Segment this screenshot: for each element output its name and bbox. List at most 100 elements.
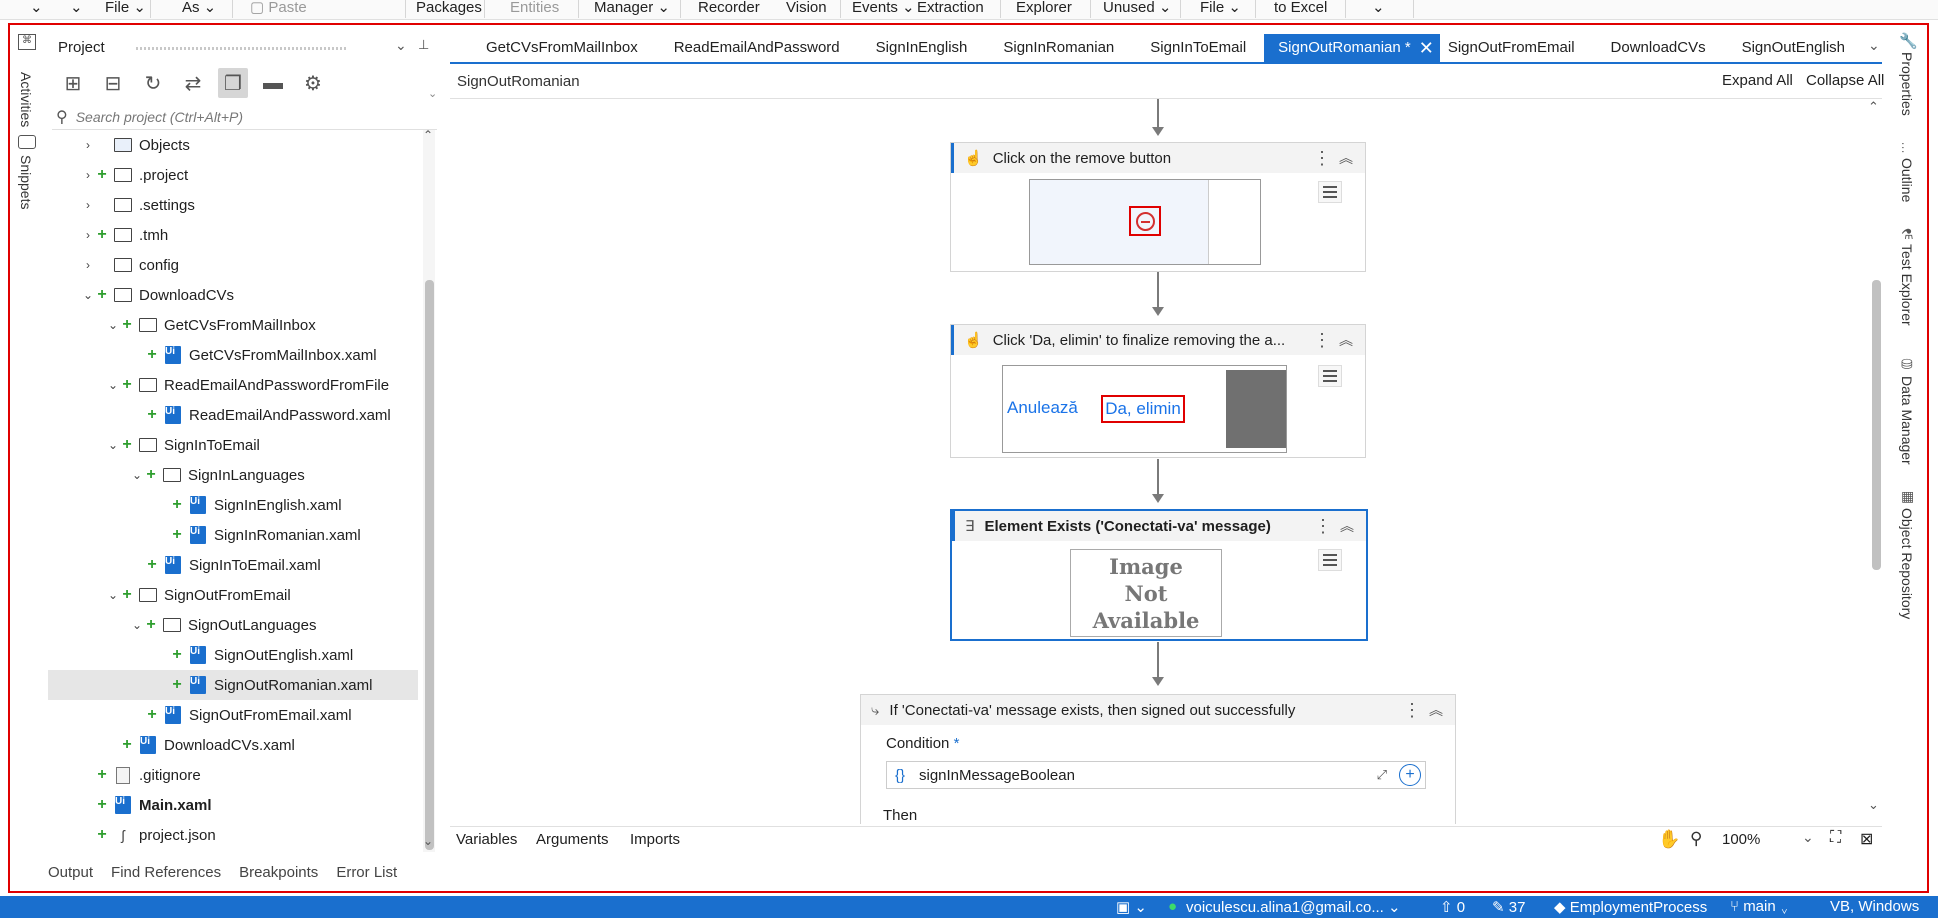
chevron-right-icon[interactable]: › — [81, 168, 95, 182]
chevron-down-icon[interactable]: ⌄ — [106, 438, 120, 452]
activity-menu-icon[interactable] — [1318, 181, 1342, 203]
collapse-icon[interactable]: ︽ — [1339, 148, 1353, 168]
tree-item-signoutenglish-xaml[interactable]: + Ui SignOutEnglish.xaml — [48, 640, 418, 670]
rail-tab-outline[interactable]: Outline — [1899, 158, 1915, 202]
panel-drag-handle[interactable] — [136, 47, 346, 50]
collapse-icon[interactable]: ︽ — [1340, 516, 1354, 536]
chevron-down-icon[interactable]: ⌄ — [106, 378, 120, 392]
doc-tab-signoutromanian[interactable]: SignOutRomanian * ✕ — [1264, 34, 1440, 62]
account-menu[interactable]: voiculescu.alina1@gmail.co... ⌄ — [1186, 898, 1401, 916]
tab-find-references[interactable]: Find References — [111, 864, 221, 884]
activity-menu-icon[interactable] — [1318, 549, 1342, 571]
notifications-icon[interactable]: ▣ ⌄ — [1116, 898, 1147, 916]
doc-tab-signoutfromemail[interactable]: SignOutFromEmail — [1440, 34, 1593, 62]
settings-gear-icon[interactable]: ⚙ — [298, 68, 328, 98]
doc-tab-signoutenglish[interactable]: SignOutEnglish — [1724, 34, 1863, 62]
collapse-all-button[interactable]: Collapse All — [1806, 72, 1884, 89]
scroll-down-icon[interactable]: ⌄ — [423, 834, 433, 848]
collapse-icon[interactable]: ︽ — [1339, 330, 1353, 350]
tree-item-getcvsfrommailinbox[interactable]: ⌄ + GetCVsFromMailInbox — [48, 310, 418, 340]
chevron-right-icon[interactable]: › — [81, 258, 95, 272]
ribbon-file-2[interactable]: File ⌄ — [1200, 0, 1241, 18]
ribbon-manager[interactable]: Manager ⌄ — [594, 0, 670, 18]
tree-item-project[interactable]: › + .project — [48, 160, 418, 190]
tab-arguments[interactable]: Arguments — [536, 831, 609, 848]
ribbon-explorer[interactable]: Explorer — [1016, 0, 1072, 18]
overview-icon[interactable]: ⊠ — [1860, 829, 1873, 849]
activity-click-da-elimin[interactable]: ☝ Click 'Da, elimin' to finalize removin… — [950, 324, 1366, 458]
tree-item-signoutlanguages[interactable]: ⌄ + SignOutLanguages — [48, 610, 418, 640]
tab-output[interactable]: Output — [48, 864, 93, 884]
tree-item-reademailandpassword-xaml[interactable]: + Ui ReadEmailAndPassword.xaml — [48, 400, 418, 430]
tab-breakpoints[interactable]: Breakpoints — [239, 864, 318, 884]
more-options-icon[interactable]: ⋮ — [1313, 148, 1331, 169]
tree-item-tmh[interactable]: › + .tmh — [48, 220, 418, 250]
open-folder-icon[interactable]: ▬ — [258, 68, 288, 98]
chevron-right-icon[interactable]: › — [81, 138, 95, 152]
pin-icon[interactable]: ⊥ — [418, 37, 429, 53]
ribbon-events[interactable]: Events ⌄ — [852, 0, 915, 18]
expand-all-icon[interactable]: ⊞ — [58, 68, 88, 98]
breadcrumb[interactable]: SignOutRomanian — [457, 73, 580, 90]
activity-click-remove[interactable]: ☝ Click on the remove button ⋮ ︽ — [950, 142, 1366, 272]
pan-hand-icon[interactable]: ✋ — [1658, 829, 1680, 850]
tree-item-objects[interactable]: › Objects — [48, 130, 418, 160]
chevron-down-icon[interactable]: ⌄ — [130, 618, 144, 632]
repository-name[interactable]: ◆ EmploymentProcess — [1554, 898, 1707, 916]
close-icon[interactable]: ✕ — [1419, 34, 1434, 62]
tree-item-downloadcvs-xaml[interactable]: + Ui DownloadCVs.xaml — [48, 730, 418, 760]
activity-element-exists[interactable]: ∃ Element Exists ('Conectati-va' message… — [950, 509, 1368, 641]
tab-imports[interactable]: Imports — [630, 831, 680, 848]
zoom-search-icon[interactable]: ⚲ — [1690, 829, 1702, 849]
activities-rail-tab[interactable]: ⌘ Activities — [18, 34, 36, 127]
tree-item-signoutfromemail[interactable]: ⌄ + SignOutFromEmail — [48, 580, 418, 610]
tree-item-signinlanguages[interactable]: ⌄ + SignInLanguages — [48, 460, 418, 490]
doc-tab-signinromanian[interactable]: SignInRomanian — [985, 34, 1132, 62]
rail-tab-test-explorer[interactable]: Test Explorer — [1899, 244, 1915, 326]
tree-item-signintoemail[interactable]: ⌄ + SignInToEmail — [48, 430, 418, 460]
doc-tab-downloadcvs[interactable]: DownloadCVs — [1593, 34, 1724, 62]
tab-variables[interactable]: Variables — [456, 831, 517, 848]
doc-tab-signinenglish[interactable]: SignInEnglish — [858, 34, 986, 62]
edit-count[interactable]: ✎ 37 — [1492, 898, 1525, 916]
ribbon-paste[interactable]: ▢ Paste — [250, 0, 307, 18]
project-scrollbar-thumb[interactable] — [425, 280, 434, 850]
tree-item-signoutromanian-xaml[interactable]: + Ui SignOutRomanian.xaml — [48, 670, 418, 700]
refresh-icon[interactable]: ↻ — [138, 68, 168, 98]
canvas-scroll-up-icon[interactable]: ⌃ — [1868, 99, 1879, 115]
ribbon-as[interactable]: As ⌄ — [182, 0, 216, 18]
activity-if[interactable]: ⤷ If 'Conectati-va' message exists, then… — [860, 694, 1456, 824]
chevron-down-icon[interactable]: ⌄ — [130, 468, 144, 482]
rail-tab-properties[interactable]: Properties — [1899, 52, 1915, 116]
sync-icon[interactable]: ⇄ — [178, 68, 208, 98]
canvas-scrollbar-thumb[interactable] — [1872, 280, 1881, 570]
chevron-right-icon[interactable]: › — [81, 228, 95, 242]
fit-to-screen-icon[interactable]: ⛶ — [1830, 829, 1841, 847]
ribbon-chevron-icon[interactable]: ⌄ — [1372, 0, 1385, 18]
collapse-icon[interactable]: ︽ — [1429, 700, 1443, 720]
panel-options-chevron-icon[interactable]: ⌄ — [395, 37, 407, 54]
tree-item-downloadcvs[interactable]: ⌄ + DownloadCVs — [48, 280, 418, 310]
tree-item-signinromanian-xaml[interactable]: + Ui SignInRomanian.xaml — [48, 520, 418, 550]
more-options-icon[interactable]: ⋮ — [1314, 516, 1332, 537]
ribbon-unused[interactable]: Unused ⌄ — [1103, 0, 1171, 18]
ribbon-entities[interactable]: Entities — [510, 0, 559, 18]
collapse-all-icon[interactable]: ⊟ — [98, 68, 128, 98]
tab-overflow-chevron-icon[interactable]: ⌄ — [1868, 37, 1880, 54]
ribbon-to-excel[interactable]: to Excel — [1274, 0, 1327, 18]
ribbon-packages[interactable]: Packages — [416, 0, 482, 18]
tree-item-reademailandpasswordfromfile[interactable]: ⌄ + ReadEmailAndPasswordFromFile — [48, 370, 418, 400]
ribbon-vision[interactable]: Vision — [786, 0, 827, 18]
ribbon-extraction[interactable]: Extraction — [917, 0, 984, 18]
zoom-level[interactable]: 100% — [1722, 831, 1760, 848]
show-all-files-icon[interactable]: ❐ — [218, 68, 248, 98]
chevron-right-icon[interactable]: › — [81, 198, 95, 212]
chevron-down-icon[interactable]: ⌄ — [106, 588, 120, 602]
rail-tab-object-repository[interactable]: Object Repository — [1899, 508, 1915, 619]
branch-selector[interactable]: ⑂ main ⌄ — [1730, 898, 1789, 915]
more-options-icon[interactable]: ⋮ — [1403, 700, 1421, 721]
chevron-down-icon[interactable]: ⌄ — [81, 288, 95, 302]
condition-input[interactable]: {} signInMessageBoolean ⤢ + — [886, 761, 1426, 789]
tree-item-project-json[interactable]: + ʃ project.json — [48, 820, 418, 850]
ribbon-recorder[interactable]: Recorder — [698, 0, 760, 18]
